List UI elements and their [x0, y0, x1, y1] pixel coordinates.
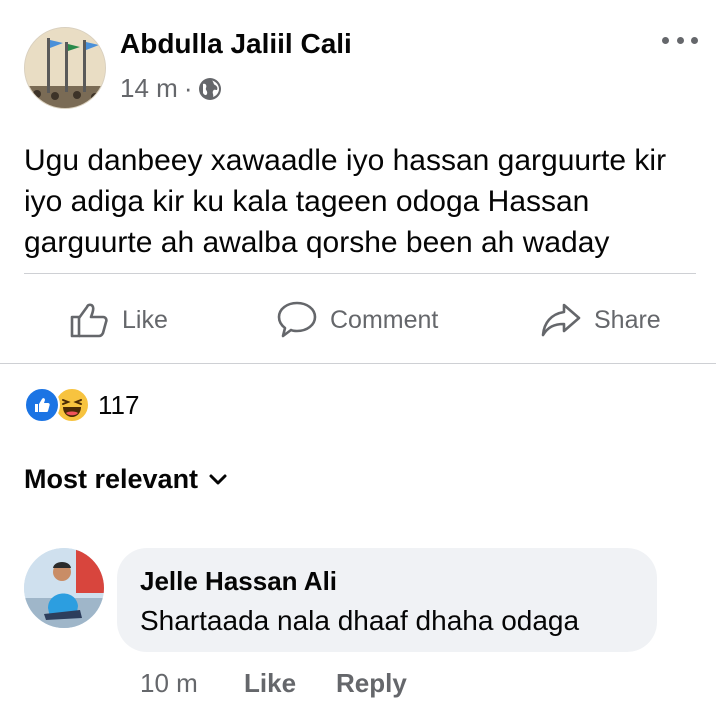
post-meta: 14 m ·: [120, 73, 222, 104]
share-arrow-icon: [541, 303, 581, 337]
like-reaction-icon: [24, 387, 60, 423]
commenter-avatar[interactable]: [24, 548, 104, 628]
reaction-summary[interactable]: 117: [24, 387, 140, 423]
comment-reply-button[interactable]: Reply: [336, 668, 407, 699]
meta-separator: ·: [183, 73, 193, 103]
post-author-avatar[interactable]: [24, 27, 106, 109]
chevron-down-icon: [209, 474, 227, 484]
comment-like-button[interactable]: Like: [244, 668, 296, 699]
comment-bubble-icon: [277, 301, 317, 338]
divider: [24, 273, 696, 274]
more-dot-icon: [662, 36, 669, 44]
globe-icon: [199, 77, 222, 100]
commenter-name[interactable]: Jelle Hassan Ali: [140, 566, 337, 597]
reaction-count: 117: [98, 389, 140, 420]
like-button[interactable]: Like: [68, 298, 168, 342]
divider: [0, 363, 716, 364]
post-text: Ugu danbeey xawaadle iyo hassan garguurt…: [24, 144, 667, 259]
sort-label: Most relevant: [24, 464, 199, 494]
comment-sort-dropdown[interactable]: Most relevant: [24, 464, 228, 495]
post-time[interactable]: 14 m: [120, 73, 178, 104]
more-dot-icon: [691, 36, 698, 44]
comment-time[interactable]: 10 m: [140, 668, 198, 699]
comment-button[interactable]: Comment: [276, 298, 438, 342]
post-author-name[interactable]: Abdulla Jaliil Cali: [120, 28, 352, 60]
share-label: Share: [594, 305, 661, 334]
avatar-image: [24, 548, 104, 628]
avatar-image: [25, 28, 105, 108]
comment-label: Comment: [330, 305, 439, 334]
share-button[interactable]: Share: [540, 298, 661, 342]
more-options-button[interactable]: [662, 28, 698, 52]
more-dot-icon: [676, 36, 684, 44]
comment-text: Shartaada nala dhaaf dhaha odaga: [140, 605, 580, 636]
like-label: Like: [122, 305, 168, 334]
thumbs-up-icon: [70, 303, 108, 338]
